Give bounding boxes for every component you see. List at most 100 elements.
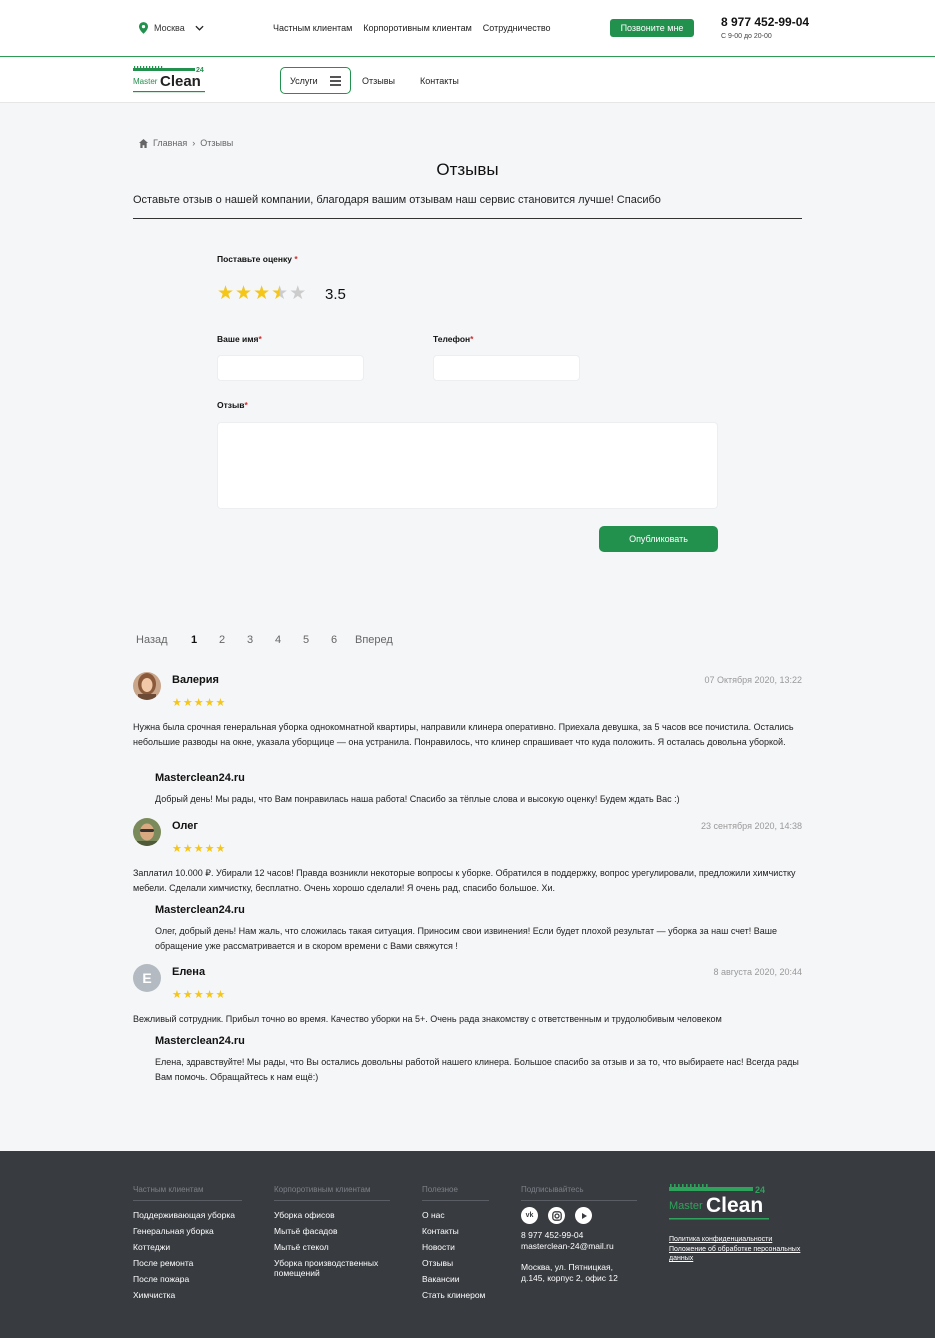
- privacy-policy-link[interactable]: Политика конфиденциальности: [669, 1235, 809, 1244]
- home-icon[interactable]: [139, 138, 148, 148]
- main-nav-bar: Master Clean 24 Услуги Отзывы Контакты: [0, 58, 935, 103]
- answer-author: Masterclean24.ru: [155, 1035, 245, 1047]
- nav-corporate-clients[interactable]: Корпоротивным клиентам: [363, 23, 472, 33]
- footer-col-title: Подписывайтесь: [521, 1185, 637, 1201]
- breadcrumb-home[interactable]: Главная: [153, 138, 187, 148]
- star-icon[interactable]: ★: [235, 284, 252, 303]
- footer-email[interactable]: masterclean-24@mail.ru: [521, 1241, 637, 1252]
- review-date: 07 Октября 2020, 13:22: [704, 675, 802, 685]
- answer-text: Добрый день! Мы рады, что Вам понравилас…: [155, 794, 680, 804]
- top-bar: Москва Частным клиентам Корпоротивным кл…: [0, 0, 935, 57]
- star-icon[interactable]: ★: [253, 284, 270, 303]
- footer-link[interactable]: Мытьё фасадов: [274, 1223, 390, 1239]
- pagination-page[interactable]: 1: [191, 634, 219, 646]
- personal-data-link[interactable]: Положение об обработке персональных данн…: [669, 1245, 809, 1263]
- header-phone[interactable]: 8 977 452-99-04: [721, 15, 809, 29]
- breadcrumb-current: Отзывы: [200, 138, 234, 148]
- pagination-page[interactable]: 6: [331, 634, 355, 646]
- pagination-prev[interactable]: Назад: [136, 634, 191, 646]
- pagination-page[interactable]: 3: [247, 634, 275, 646]
- star-icon[interactable]: ★: [217, 284, 234, 303]
- nav-reviews[interactable]: Отзывы: [362, 76, 395, 86]
- nav-cooperation[interactable]: Сотрудничество: [483, 23, 551, 33]
- footer-logo-clean: Clean: [706, 1194, 763, 1217]
- review-date: 8 августа 2020, 20:44: [713, 967, 802, 977]
- required-mark: *: [244, 400, 248, 410]
- phone-label: Телефон*: [433, 334, 473, 344]
- answer-text: Елена, здравствуйте! Мы рады, что Вы ост…: [155, 1057, 799, 1082]
- footer-link[interactable]: После ремонта: [133, 1255, 242, 1271]
- required-mark: *: [470, 334, 474, 344]
- footer-col-private: Частным клиентам Поддерживающая уборка Г…: [133, 1185, 242, 1303]
- footer-address-line1: Москва, ул. Пятницкая,: [521, 1262, 614, 1272]
- footer-link[interactable]: Уборка производственных помещений: [274, 1255, 390, 1278]
- call-me-button[interactable]: Позвоните мне: [610, 19, 694, 37]
- footer-link[interactable]: Генеральная уборка: [133, 1223, 242, 1239]
- city-name: Москва: [154, 23, 185, 33]
- logo-clean: Clean: [160, 73, 201, 90]
- pagination-next[interactable]: Вперед: [355, 634, 393, 646]
- avatar: [133, 672, 161, 700]
- name-label-text: Ваше имя: [217, 334, 259, 344]
- footer-logo-24: 24: [755, 1185, 765, 1195]
- footer-col-title: Частным клиентам: [133, 1185, 242, 1201]
- star-half-icon[interactable]: ★: [271, 284, 288, 303]
- review-text: Вежливый сотрудник. Прибыл точно во врем…: [133, 1014, 722, 1024]
- footer-link[interactable]: Стать клинером: [422, 1287, 489, 1303]
- footer-link[interactable]: После пожара: [133, 1271, 242, 1287]
- rating-value: 3.5: [325, 286, 346, 303]
- footer-link[interactable]: Уборка офисов: [274, 1207, 390, 1223]
- services-menu-button[interactable]: Услуги: [280, 67, 351, 94]
- rating-stars[interactable]: ★ ★ ★ ★ ★: [217, 284, 306, 303]
- footer: Частным клиентам Поддерживающая уборка Г…: [0, 1151, 935, 1338]
- page-intro: Оставьте отзыв о нашей компании, благода…: [133, 194, 661, 206]
- pagination-page[interactable]: 5: [303, 634, 331, 646]
- instagram-icon[interactable]: [548, 1207, 565, 1224]
- review-author: Валерия: [172, 674, 219, 686]
- nav-private-clients[interactable]: Частным клиентам: [273, 23, 352, 33]
- master-clean-logo[interactable]: Master Clean 24: [133, 66, 207, 94]
- review-stars: ★★★★★: [172, 697, 227, 709]
- page-title: Отзывы: [436, 160, 499, 179]
- avatar: Е: [133, 964, 161, 992]
- footer-link[interactable]: Коттеджи: [133, 1239, 242, 1255]
- footer-phone[interactable]: 8 977 452-99-04: [521, 1230, 637, 1241]
- footer-col-corporate: Корпоротивным клиентам Уборка офисов Мыт…: [274, 1185, 390, 1278]
- pagination-page[interactable]: 2: [219, 634, 247, 646]
- footer-link[interactable]: Отзывы: [422, 1255, 489, 1271]
- youtube-icon[interactable]: [575, 1207, 592, 1224]
- review-item: Е Елена 8 августа 2020, 20:44 ★★★★★ Вежл…: [133, 964, 802, 1089]
- footer-col-title: Корпоротивным клиентам: [274, 1185, 390, 1201]
- phone-input[interactable]: [433, 355, 580, 381]
- review-stars: ★★★★★: [172, 843, 227, 855]
- breadcrumb-separator: ›: [192, 138, 196, 148]
- footer-link[interactable]: Поддерживающая уборка: [133, 1207, 242, 1223]
- vk-icon[interactable]: vk: [521, 1207, 538, 1224]
- footer-link[interactable]: Вакансии: [422, 1271, 489, 1287]
- divider: [133, 218, 802, 219]
- nav-contacts[interactable]: Контакты: [420, 76, 459, 86]
- services-label: Услуги: [290, 75, 318, 86]
- footer-link[interactable]: Контакты: [422, 1223, 489, 1239]
- rating-label-text: Поставьте оценку: [217, 254, 293, 264]
- name-input[interactable]: [217, 355, 364, 381]
- footer-link[interactable]: Новости: [422, 1239, 489, 1255]
- publish-button[interactable]: Опубликовать: [599, 526, 718, 552]
- review-item: Олег 23 сентября 2020, 14:38 ★★★★★ Запла…: [133, 818, 802, 958]
- breadcrumb: Главная › Отзывы: [139, 138, 233, 148]
- pagination-page[interactable]: 4: [275, 634, 303, 646]
- review-label-text: Отзыв: [217, 400, 245, 410]
- star-empty-icon[interactable]: ★: [289, 284, 306, 303]
- social-links: vk: [521, 1207, 637, 1224]
- review-text: Нужна была срочная генеральная уборка од…: [133, 722, 794, 747]
- footer-link[interactable]: Химчистка: [133, 1287, 242, 1303]
- phone-label-text: Телефон: [433, 334, 471, 344]
- footer-logo[interactable]: Master Clean 24: [669, 1184, 771, 1221]
- chevron-down-icon: [195, 25, 204, 31]
- review-author: Олег: [172, 820, 198, 832]
- city-selector[interactable]: Москва: [139, 22, 204, 34]
- review-textarea[interactable]: [217, 422, 718, 509]
- footer-link[interactable]: Мытьё стекол: [274, 1239, 390, 1255]
- footer-link[interactable]: О нас: [422, 1207, 489, 1223]
- rating-label: Поставьте оценку *: [217, 254, 298, 264]
